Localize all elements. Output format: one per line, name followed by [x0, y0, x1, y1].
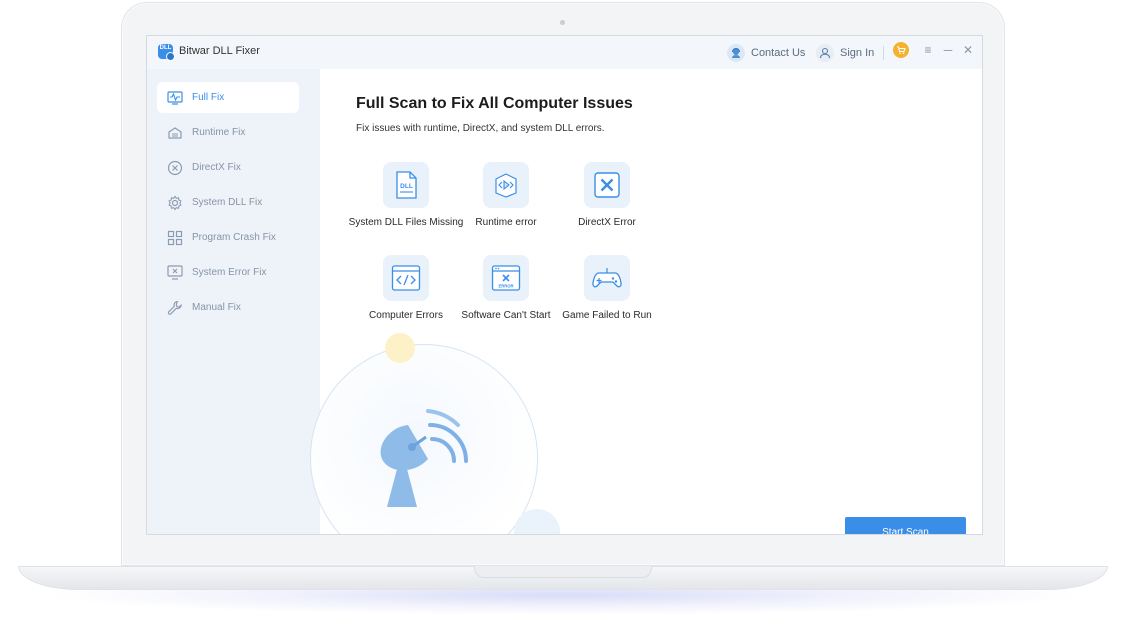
monitor-x-icon: [166, 264, 184, 282]
user-icon: [816, 44, 834, 62]
menu-icon[interactable]: ≡: [921, 43, 935, 57]
directx-x-icon: [584, 162, 630, 208]
close-button[interactable]: ✕: [961, 43, 975, 57]
svg-text:ERROR: ERROR: [498, 284, 513, 289]
gear-icon: [166, 194, 184, 212]
pulse-monitor-icon: [166, 89, 184, 107]
dll-file-icon: DLL: [383, 162, 429, 208]
wrench-icon: [166, 299, 184, 317]
sidebar-item-label: DirectX Fix: [192, 162, 241, 173]
svg-text:DLL: DLL: [400, 183, 413, 190]
main-panel: Full Scan to Fix All Computer Issues Fix…: [310, 69, 982, 534]
cart-icon[interactable]: [893, 42, 909, 58]
sidebar-item-label: Full Fix: [192, 92, 225, 103]
runtime-error-icon: [483, 162, 529, 208]
decorative-dot-yellow: [385, 333, 415, 363]
app-logo-icon: DLL: [158, 44, 175, 61]
start-scan-button[interactable]: Start Scan: [845, 517, 966, 534]
sidebar-item-system-dll-fix[interactable]: System DLL Fix: [157, 187, 299, 218]
page-subtitle: Fix issues with runtime, DirectX, and sy…: [356, 123, 605, 134]
app-window: DLL Bitwar DLL Fixer Contact Us Sign In …: [146, 35, 983, 535]
error-window-icon: ERROR: [483, 255, 529, 301]
page-title: Full Scan to Fix All Computer Issues: [356, 95, 633, 112]
title-bar: DLL Bitwar DLL Fixer Contact Us Sign In …: [147, 36, 982, 69]
sidebar-item-directx-fix[interactable]: DirectX Fix: [157, 152, 299, 183]
gamepad-icon: [584, 255, 630, 301]
sidebar-item-label: System DLL Fix: [192, 197, 263, 208]
satellite-dish-icon: [372, 399, 472, 514]
sidebar-item-label: Program Crash Fix: [192, 232, 276, 243]
sidebar-item-manual-fix[interactable]: Manual Fix: [157, 292, 299, 323]
titlebar-divider: [883, 46, 884, 60]
sidebar-item-program-crash-fix[interactable]: Program Crash Fix: [157, 222, 299, 253]
sidebar-item-runtime-fix[interactable]: Runtime Fix: [157, 117, 299, 148]
sign-in-label: Sign In: [840, 47, 875, 59]
issue-directx-error[interactable]: DirectX Error: [547, 162, 667, 228]
contact-us-label: Contact Us: [751, 47, 806, 59]
grid-icon: [166, 229, 184, 247]
issue-label: Game Failed to Run: [562, 310, 652, 321]
runtime-icon: [166, 124, 184, 142]
issue-label: DirectX Error: [578, 217, 636, 228]
app-title: Bitwar DLL Fixer: [179, 45, 260, 57]
sidebar-item-full-fix[interactable]: Full Fix: [157, 82, 299, 113]
sign-in-button[interactable]: Sign In: [816, 44, 874, 62]
sidebar-item-label: System Error Fix: [192, 267, 267, 278]
contact-us-button[interactable]: Contact Us: [727, 44, 805, 62]
code-window-icon: [383, 255, 429, 301]
minimize-button[interactable]: ─: [941, 43, 955, 57]
sidebar-item-label: Runtime Fix: [192, 127, 246, 138]
support-agent-icon: [727, 44, 745, 62]
sidebar-item-label: Manual Fix: [192, 302, 241, 313]
sidebar: Full Fix Runtime Fix DirectX Fix System …: [147, 69, 320, 534]
issue-game-failed[interactable]: Game Failed to Run: [547, 255, 667, 321]
laptop-camera: [560, 20, 565, 25]
laptop-notch: [474, 566, 652, 578]
sidebar-item-system-error-fix[interactable]: System Error Fix: [157, 257, 299, 288]
x-circle-icon: [166, 159, 184, 177]
